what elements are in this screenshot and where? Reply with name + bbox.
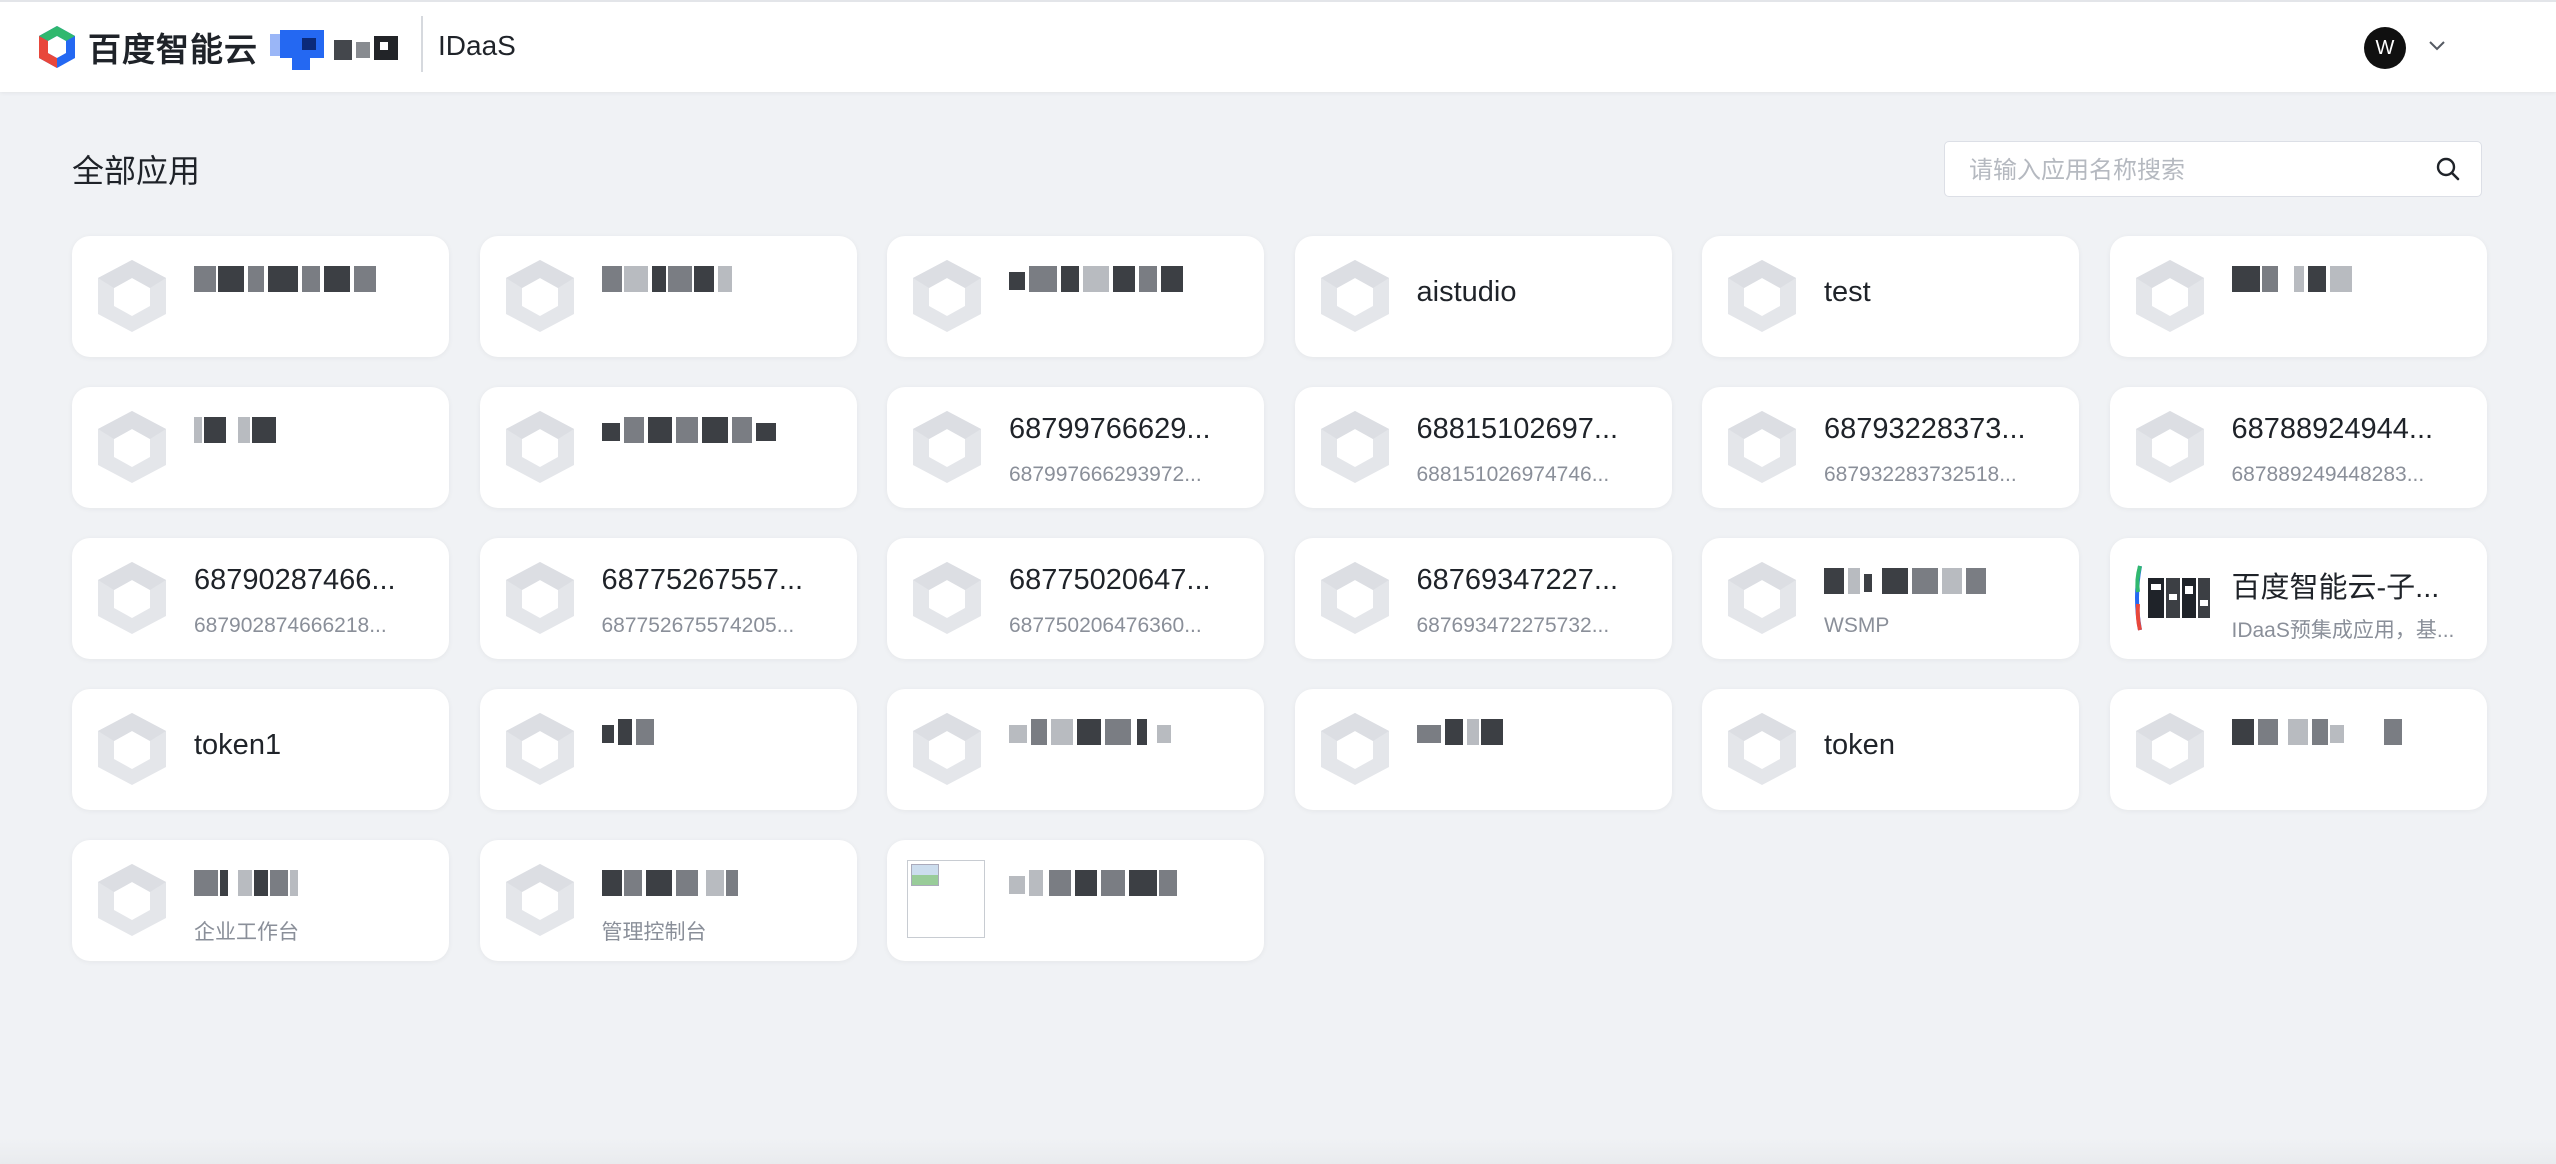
app-card[interactable]: aistudio	[1294, 236, 1672, 357]
app-placeholder-icon	[1728, 260, 1796, 332]
app-card[interactable]: 68799766629... 687997666293972...	[887, 387, 1264, 508]
user-avatar[interactable]: W	[2364, 27, 2406, 69]
app-name: token1	[194, 729, 282, 761]
app-name: 68769347227...	[1416, 564, 1619, 596]
app-placeholder-icon	[1320, 411, 1389, 483]
app-name: 68799766629...	[1009, 413, 1211, 445]
app-search-box[interactable]	[1944, 141, 2482, 197]
app-description: 687889249448283...	[2231, 463, 2425, 486]
app-card[interactable]: 68793228373... 687932283732518...	[1702, 387, 2079, 508]
app-placeholder-icon	[98, 562, 166, 634]
app-placeholder-icon	[505, 713, 574, 785]
app-description: 管理控制台	[601, 921, 707, 944]
app-placeholder-icon	[913, 562, 981, 634]
app-placeholder-icon	[98, 864, 166, 936]
app-description: 687693472275732...	[1416, 614, 1610, 637]
top-header: 百度智能云 IDaaS W	[0, 0, 2556, 92]
app-card[interactable]	[479, 236, 857, 357]
app-placeholder-icon	[1728, 562, 1796, 634]
search-icon[interactable]	[2435, 156, 2461, 182]
app-card[interactable]	[72, 387, 449, 508]
app-name: test	[1824, 276, 1871, 308]
app-description: 687997666293972...	[1009, 463, 1202, 486]
baidu-cloud-logo-icon	[2134, 565, 2210, 631]
app-placeholder-icon	[1728, 411, 1796, 483]
app-card[interactable]	[2109, 236, 2487, 357]
app-name: token	[1824, 729, 1895, 761]
app-placeholder-icon	[98, 411, 166, 483]
app-name: 68788924944...	[2231, 413, 2434, 445]
search-input[interactable]	[1967, 152, 2411, 188]
app-name: aistudio	[1416, 276, 1517, 308]
app-placeholder-icon	[2135, 713, 2204, 785]
app-card[interactable]: 68790287466... 687902874666218...	[72, 538, 449, 659]
app-card[interactable]: 企业工作台	[72, 840, 449, 961]
app-placeholder-icon	[913, 260, 981, 332]
app-grid: aistudio test 68799766629... 68799766629…	[72, 236, 2487, 961]
app-description: 688151026974746...	[1416, 463, 1610, 486]
app-card[interactable]: token	[1702, 689, 2079, 810]
app-card[interactable]: token1	[72, 689, 449, 810]
tenant-logo-redacted	[262, 24, 402, 74]
app-placeholder-icon	[505, 864, 574, 936]
app-card[interactable]: 管理控制台	[479, 840, 857, 961]
app-placeholder-icon	[1320, 713, 1389, 785]
app-name: 68775267557...	[601, 564, 804, 596]
app-placeholder-icon	[1728, 713, 1796, 785]
app-name: 68793228373...	[1824, 413, 2026, 445]
app-description: WSMP	[1824, 614, 1890, 637]
app-description: IDaaS预集成应用，基...	[2231, 619, 2455, 642]
app-placeholder-icon	[98, 713, 166, 785]
page-title: 全部应用	[72, 152, 201, 190]
chevron-down-icon[interactable]	[2426, 35, 2448, 57]
app-placeholder-icon	[98, 260, 166, 332]
app-name: 68815102697...	[1416, 413, 1619, 445]
app-placeholder-icon	[505, 562, 574, 634]
app-card[interactable]: 68815102697... 688151026974746...	[1294, 387, 1672, 508]
broken-image-icon	[907, 860, 985, 938]
app-placeholder-icon	[2135, 411, 2204, 483]
brand-logo[interactable]: 百度智能云	[36, 24, 258, 70]
app-card[interactable]	[2109, 689, 2487, 810]
app-card[interactable]: 68775020647... 687750206476360...	[887, 538, 1264, 659]
app-card[interactable]	[479, 387, 857, 508]
app-description: 687902874666218...	[194, 614, 387, 637]
app-card[interactable]	[887, 236, 1264, 357]
app-description: 687752675574205...	[601, 614, 795, 637]
app-card[interactable]	[72, 236, 449, 357]
app-name: 68790287466...	[194, 564, 396, 596]
brand-name: 百度智能云	[88, 30, 258, 69]
app-card[interactable]: test	[1702, 236, 2079, 357]
app-placeholder-icon	[1320, 562, 1389, 634]
app-name: 百度智能云-子...	[2231, 572, 2440, 604]
app-description: 687932283732518...	[1824, 463, 2017, 486]
app-card[interactable]: 百度智能云-子... IDaaS预集成应用，基...	[2109, 538, 2487, 659]
app-card[interactable]	[1294, 689, 1672, 810]
product-name: IDaaS	[438, 30, 516, 61]
app-placeholder-icon	[505, 411, 574, 483]
app-placeholder-icon	[913, 713, 981, 785]
app-description: 企业工作台	[194, 921, 299, 944]
app-card[interactable]	[479, 689, 857, 810]
app-placeholder-icon	[505, 260, 574, 332]
app-placeholder-icon	[1320, 260, 1389, 332]
header-divider	[421, 16, 423, 72]
app-card[interactable]: 68769347227... 687693472275732...	[1294, 538, 1672, 659]
app-card[interactable]	[887, 689, 1264, 810]
app-name: 68775020647...	[1009, 564, 1211, 596]
app-card[interactable]	[887, 840, 1264, 961]
app-placeholder-icon	[2135, 260, 2204, 332]
app-card[interactable]: 68788924944... 687889249448283...	[2109, 387, 2487, 508]
baidu-cloud-cube-icon	[39, 26, 75, 68]
app-placeholder-icon	[913, 411, 981, 483]
app-card[interactable]: 68775267557... 687752675574205...	[479, 538, 857, 659]
app-description: 687750206476360...	[1009, 614, 1202, 637]
app-card[interactable]: WSMP	[1702, 538, 2079, 659]
page-bottom-edge	[0, 1138, 2556, 1164]
